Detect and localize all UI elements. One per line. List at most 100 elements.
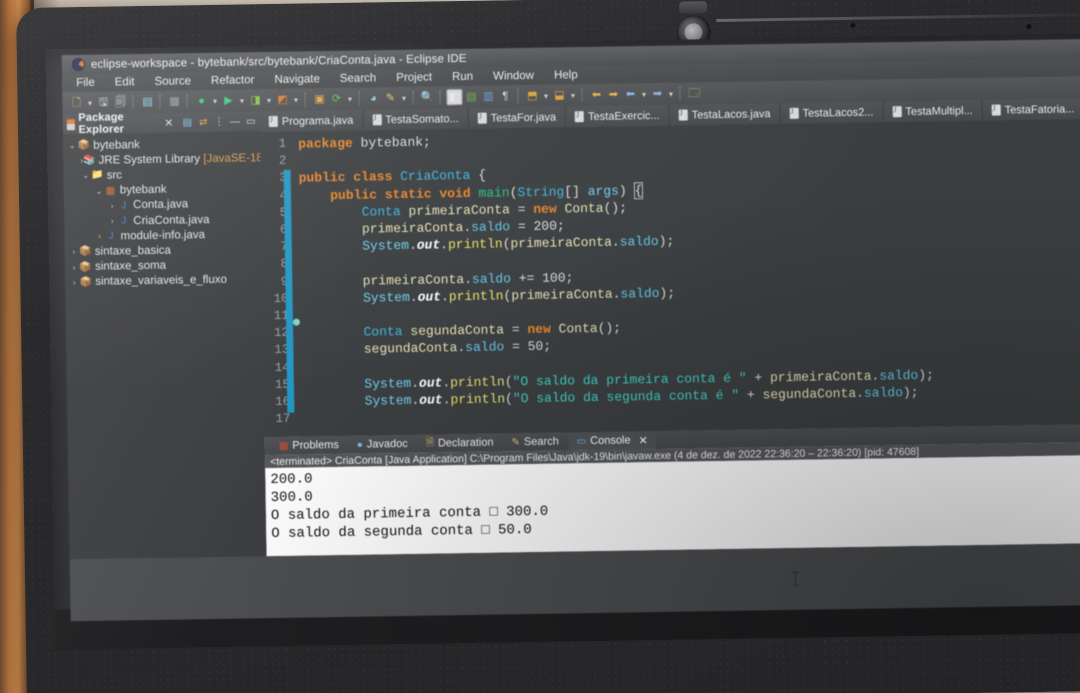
menu-item-file[interactable]: File bbox=[70, 77, 105, 90]
toolbar-separator bbox=[412, 90, 416, 105]
toolbar-separator bbox=[517, 89, 521, 104]
minimize-icon[interactable]: — bbox=[229, 114, 241, 128]
editor-tab-testafatoria-[interactable]: TestaFatoria... bbox=[982, 98, 1080, 121]
external-tools-dropdown-arrow-icon[interactable]: ▾ bbox=[291, 95, 300, 104]
next-annotation-button[interactable]: ▤ bbox=[463, 89, 479, 105]
print-button[interactable]: ▤ bbox=[139, 94, 155, 110]
editor-tab-testamultipl-[interactable]: TestaMultipl... bbox=[883, 99, 983, 123]
close-icon[interactable]: ✕ bbox=[164, 116, 173, 129]
previous-annotation-button[interactable]: ▥ bbox=[480, 88, 496, 104]
toolbar-separator bbox=[679, 86, 683, 101]
run-dropdown-arrow-icon[interactable]: ▾ bbox=[237, 96, 246, 105]
chevron-right-icon[interactable]: › bbox=[69, 247, 79, 257]
menu-item-project[interactable]: Project bbox=[386, 71, 442, 84]
restore-task-dropdown-arrow-icon[interactable]: ▾ bbox=[568, 91, 577, 100]
photo-of-laptop-screen: eclipse-workspace - bytebank/src/byteban… bbox=[0, 0, 1080, 693]
pilcrow-button[interactable]: ¶ bbox=[497, 88, 513, 104]
ide-body: Package Explorer ✕ ▤ ⇄ ⋮ — ▭ ⌄ 📦 bytebank ›… bbox=[62, 96, 1080, 586]
close-icon[interactable]: ✕ bbox=[638, 434, 647, 447]
chevron-right-icon[interactable]: › bbox=[95, 232, 105, 241]
console-tab-problems[interactable]: ▦ Problems bbox=[271, 436, 347, 455]
editor-tab-programa-java[interactable]: Programa.java bbox=[259, 109, 364, 133]
editor-tab-testalacos2-[interactable]: TestaLacos2... bbox=[780, 101, 884, 125]
view-menu-icon[interactable]: ⋮ bbox=[213, 115, 225, 129]
project-tree[interactable]: ⌄ 📦 bytebank › 📚 JRE System Library [JavaSE-1… bbox=[63, 131, 266, 290]
package-icon: ▦ bbox=[105, 185, 116, 197]
new-button[interactable]: 🗋 bbox=[68, 95, 84, 111]
next-edit-button[interactable]: ➡ bbox=[649, 86, 665, 102]
chevron-down-icon[interactable]: ⌄ bbox=[67, 141, 77, 150]
editor-tab-testafor-java[interactable]: TestaFor.java bbox=[468, 106, 567, 129]
editor-tab-testaexercic-[interactable]: TestaExercic... bbox=[565, 104, 670, 128]
chevron-right-icon[interactable]: › bbox=[107, 201, 117, 210]
java-file-icon: J bbox=[108, 230, 114, 242]
save-all-button[interactable]: 🗐 bbox=[112, 94, 128, 110]
debug-button[interactable]: ● bbox=[193, 93, 209, 109]
menu-item-navigate[interactable]: Navigate bbox=[264, 73, 330, 86]
chevron-down-icon[interactable]: ⌄ bbox=[94, 186, 104, 195]
menu-item-window[interactable]: Window bbox=[483, 70, 544, 83]
perspective-button[interactable]: 🗔 bbox=[686, 85, 702, 101]
declaration-icon: 🗎 bbox=[425, 436, 434, 449]
build-button[interactable]: ▦ bbox=[166, 93, 182, 109]
console-tab-console[interactable]: ▭ Console ✕ bbox=[568, 431, 656, 451]
edit-dropdown-arrow-icon[interactable]: ▾ bbox=[399, 93, 408, 102]
menu-item-edit[interactable]: Edit bbox=[105, 76, 145, 89]
chevron-right-icon[interactable]: › bbox=[107, 216, 117, 226]
toolbar-separator bbox=[581, 88, 585, 103]
new-dropdown-arrow-icon[interactable]: ▾ bbox=[85, 98, 94, 107]
tree-item-label: src bbox=[106, 169, 123, 182]
previous-edit-dropdown-arrow-icon[interactable]: ▾ bbox=[639, 90, 648, 99]
editor-tab-testalacos-java[interactable]: TestaLacos.java bbox=[669, 103, 781, 126]
maximize-icon[interactable]: ▭ bbox=[245, 114, 257, 128]
window-title: eclipse-workspace - bytebank/src/byteban… bbox=[90, 52, 467, 71]
chevron-right-icon[interactable]: › bbox=[69, 263, 79, 272]
toggle-mark-occurrences-button[interactable]: ◧ bbox=[446, 88, 463, 106]
tree-item-qualifier: [JavaSE-18] bbox=[203, 151, 267, 165]
breakpoint-marker-icon[interactable] bbox=[292, 318, 301, 326]
toolbar-separator bbox=[132, 95, 136, 110]
menu-item-search[interactable]: Search bbox=[330, 72, 387, 85]
save-button[interactable]: 🖫 bbox=[95, 95, 111, 111]
menu-item-help[interactable]: Help bbox=[544, 69, 588, 82]
java-file-icon bbox=[789, 107, 799, 119]
back-button[interactable]: ⬅ bbox=[588, 87, 604, 103]
tree-item-sintaxe-variaveis-e-fluxo[interactable]: › 📦 sintaxe_variaveis_e_fluxo bbox=[65, 272, 262, 290]
external-tools-button[interactable]: ◩ bbox=[274, 92, 290, 108]
tree-item-label: bytebank bbox=[93, 138, 140, 152]
menu-item-source[interactable]: Source bbox=[144, 75, 201, 88]
edit-button[interactable]: ✎ bbox=[382, 90, 398, 106]
console-tab-search[interactable]: ✎ Search bbox=[503, 432, 567, 451]
chevron-down-icon[interactable]: ⌄ bbox=[81, 171, 91, 180]
previous-edit-button[interactable]: ⬅ bbox=[622, 86, 638, 102]
toolbar-separator bbox=[186, 94, 190, 109]
link-with-editor-icon[interactable]: ⇄ bbox=[197, 115, 209, 129]
refresh-button[interactable]: ⟳ bbox=[328, 91, 344, 107]
code-editor[interactable]: 1234567891011121314151617 package byteba… bbox=[259, 117, 1080, 438]
console-panel: ▦ Problems ● Javadoc 🗎 Declaration ✎ Search ▭ Con… bbox=[264, 422, 1080, 586]
menu-item-run[interactable]: Run bbox=[442, 71, 483, 84]
collapse-all-icon[interactable]: ▤ bbox=[181, 115, 193, 129]
next-edit-dropdown-arrow-icon[interactable]: ▾ bbox=[666, 89, 675, 98]
open-task-dropdown-arrow-icon[interactable]: ▾ bbox=[541, 91, 550, 100]
debug-dropdown-arrow-icon[interactable]: ▾ bbox=[210, 96, 219, 105]
source-code[interactable]: package bytebank; public class CriaConta… bbox=[289, 117, 1080, 437]
new-java-project-button[interactable]: ▣ bbox=[311, 91, 327, 107]
run-button[interactable]: ▶ bbox=[220, 93, 236, 109]
forward-button[interactable]: ➡ bbox=[605, 87, 621, 103]
console-tab-javadoc[interactable]: ● Javadoc bbox=[349, 435, 416, 454]
restore-task-button[interactable]: ⬓ bbox=[551, 87, 567, 103]
console-output[interactable]: 200.0 300.0 O saldo da primeira conta □ 30… bbox=[265, 453, 1080, 586]
open-type-button[interactable]: ◕ bbox=[365, 90, 381, 106]
coverage-button[interactable]: ◨ bbox=[247, 92, 263, 108]
chevron-right-icon[interactable]: › bbox=[69, 278, 79, 287]
console-tab-declaration[interactable]: 🗎 Declaration bbox=[418, 433, 502, 452]
tree-item-label: JRE System Library [JavaSE-18] bbox=[98, 151, 267, 167]
refresh-dropdown-arrow-icon[interactable]: ▾ bbox=[345, 94, 354, 103]
open-task-button[interactable]: ⬒ bbox=[524, 88, 540, 104]
editor-tab-testasomato-[interactable]: TestaSomato... bbox=[363, 107, 469, 131]
hinge-notch bbox=[678, 1, 708, 14]
search-button[interactable]: 🔍 bbox=[419, 89, 435, 105]
coverage-dropdown-arrow-icon[interactable]: ▾ bbox=[264, 95, 273, 105]
menu-item-refactor[interactable]: Refactor bbox=[201, 74, 265, 87]
